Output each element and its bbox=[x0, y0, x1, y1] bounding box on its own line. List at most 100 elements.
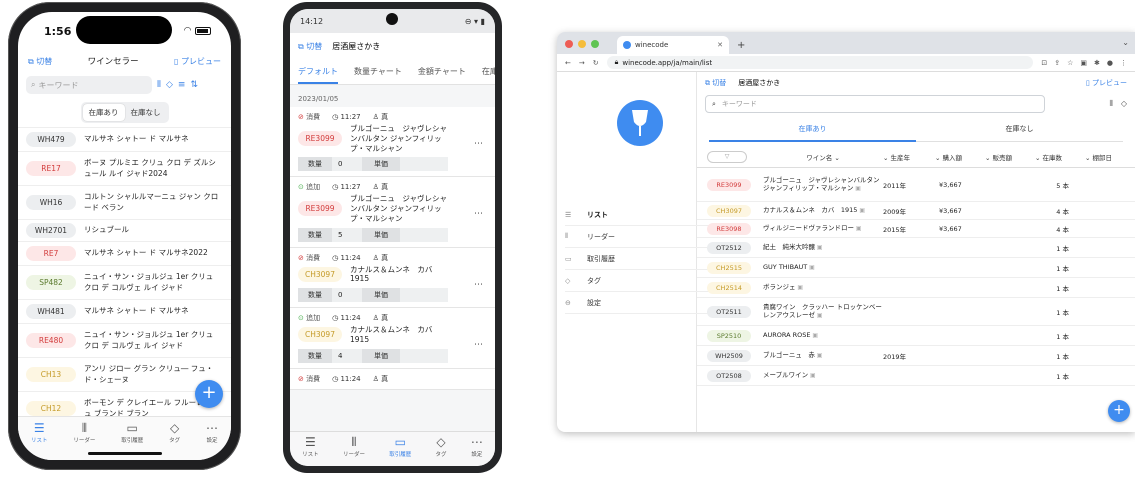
history-card[interactable]: ⊙ 追加 ◷ 11:27 ♙ 真 RE3099 ブルゴーニュ ジャヴレシャンバルタン ジ… bbox=[290, 177, 495, 248]
list-item[interactable]: WH481 マルサネ シャトー ド マルサネ bbox=[18, 300, 231, 324]
list-item[interactable]: SP482 ニュイ・サン・ジョルジュ 1er クリュ クロ デ コルヴェ ルイ ジ… bbox=[18, 266, 231, 300]
history-status: ⊙ 追加 bbox=[298, 313, 320, 323]
sidebar-item-settings[interactable]: ⊖ 設定 bbox=[565, 292, 713, 314]
time-label: 11:27 bbox=[340, 183, 361, 192]
browser-tab[interactable]: winecode ✕ bbox=[617, 36, 729, 54]
segment-in-stock[interactable]: 在庫あり bbox=[709, 124, 916, 142]
tab-list[interactable]: ☰ リスト bbox=[302, 436, 319, 466]
list-item[interactable]: WH16 コルトン シャルルマーニュ ジャン クロード ベラン bbox=[18, 186, 231, 220]
col-year[interactable]: ⌄ 生産年 bbox=[883, 152, 935, 162]
switch-button[interactable]: ⧉ 切替 bbox=[705, 78, 726, 88]
more-icon[interactable]: ⋯ bbox=[474, 139, 483, 149]
menu-icon[interactable]: ⋮ bbox=[1120, 59, 1127, 67]
wine-code-badge: CH3097 bbox=[707, 204, 751, 217]
tab-history[interactable]: ▭ 取引履歴 bbox=[389, 436, 411, 466]
list-item[interactable]: RE480 ニュイ・サン・ジョルジュ 1er クリュ クロ デ コルヴェ ルイ ジ… bbox=[18, 324, 231, 358]
minimize-window-button[interactable] bbox=[578, 40, 586, 48]
segment-in-stock[interactable]: 在庫あり bbox=[82, 104, 125, 121]
tab-settings[interactable]: ⋯ 設定 bbox=[206, 422, 218, 460]
history-card[interactable]: ⊘ 消費 ◷ 11:24 ♙ 真 bbox=[290, 368, 495, 390]
more-icon[interactable]: ⋯ bbox=[474, 209, 483, 219]
table-row[interactable]: OT2511 貴腐ワイン クラッハー トロッケンベーレンアウスレーゼ ▣ 1 本 bbox=[697, 298, 1135, 326]
address-bar[interactable]: 🔒︎ winecode.app/ja/main/list bbox=[606, 56, 1034, 69]
search-tools: ⦀ ◇ bbox=[1109, 99, 1127, 109]
table-row[interactable]: CH2514 ボランジェ ▣ 1 本 bbox=[697, 278, 1135, 298]
wine-code-badge: WH16 bbox=[26, 195, 76, 210]
tab-stock[interactable]: 在庫 bbox=[482, 66, 495, 77]
col-purchase[interactable]: ⌄ 購入額 bbox=[935, 152, 985, 162]
install-icon[interactable]: ⊡ bbox=[1041, 59, 1047, 67]
sidebar-item-history[interactable]: ▭ 取引履歴 bbox=[565, 248, 713, 270]
filter-button[interactable]: ▽ bbox=[707, 150, 747, 163]
app-logo bbox=[617, 100, 663, 146]
history-card[interactable]: ⊘ 消費 ◷ 11:27 ♙ 真 RE3099 ブルゴーニュ ジャヴレシャンバルタン ジ… bbox=[290, 107, 495, 178]
history-card[interactable]: ⊙ 追加 ◷ 11:24 ♙ 真 CH3097 カナルス＆ムンネ カバ 1915 ⋯ 数量 4… bbox=[290, 308, 495, 369]
preview-button[interactable]: ▯ プレビュー bbox=[1086, 78, 1127, 88]
add-button[interactable]: + bbox=[195, 380, 223, 408]
search-input[interactable]: ⌕ キーワード bbox=[705, 95, 1045, 113]
sidebar-item-list[interactable]: ☰ リスト bbox=[565, 204, 713, 226]
new-tab-icon[interactable]: + bbox=[737, 40, 745, 54]
tag-icon[interactable]: ◇ bbox=[166, 80, 173, 90]
segment-out-of-stock[interactable]: 在庫なし bbox=[916, 124, 1123, 142]
list-item[interactable]: WH2701 リシュブール bbox=[18, 220, 231, 242]
history-meta: ⊘ 消費 ◷ 11:27 ♙ 真 bbox=[298, 112, 487, 122]
time-label: 11:24 bbox=[340, 314, 361, 322]
extension-icon[interactable]: ▣ bbox=[1080, 59, 1087, 67]
table-row[interactable]: CH3097 カナルス＆ムンネ カバ 1915 ▣ 2009年 ¥3,667 4 本 bbox=[697, 202, 1135, 220]
table-row[interactable]: RE3098 ヴィルジニードヴァランドロー ▣ 2015年 ¥3,667 4 本 bbox=[697, 220, 1135, 238]
close-window-button[interactable] bbox=[565, 40, 573, 48]
preview-button[interactable]: ▯ プレビュー bbox=[174, 56, 221, 67]
list-item[interactable]: RE7 マルサネ シャトー ド マルサネ2022 bbox=[18, 242, 231, 266]
add-button[interactable]: + bbox=[1108, 400, 1130, 422]
history-card[interactable]: ⊘ 消費 ◷ 11:24 ♙ 真 CH3097 カナルス＆ムンネ カバ 1915 ⋯ 数量 0… bbox=[290, 247, 495, 308]
consume-icon: ⊘ bbox=[298, 113, 307, 121]
share-icon[interactable]: ⇪ bbox=[1054, 59, 1060, 67]
profile-icon[interactable]: ● bbox=[1107, 59, 1113, 67]
barcode-icon[interactable]: ⦀ bbox=[1109, 99, 1113, 109]
vintage-cell: 2009年 bbox=[883, 207, 907, 216]
back-icon[interactable]: ← bbox=[565, 59, 571, 67]
more-icon[interactable]: ⋯ bbox=[474, 340, 483, 350]
list-item[interactable]: RE17 ボーヌ プルミエ クリュ クロ デ ズルシュール ルイ ジャド2024 bbox=[18, 152, 231, 186]
close-tab-icon[interactable]: ✕ bbox=[717, 41, 723, 49]
sort-down-icon: ⌄ bbox=[985, 153, 991, 162]
list-item[interactable]: WH479 マルサネ シャトー ド マルサネ bbox=[18, 128, 231, 152]
table-row[interactable]: OT2508 メープルワイン ▣ 1 本 bbox=[697, 366, 1135, 386]
sort-icon[interactable]: ⇅ bbox=[190, 80, 198, 90]
zoom-window-button[interactable] bbox=[591, 40, 599, 48]
table-row[interactable]: WH2509 ブルゴーニュ 赤 ▣ 2019年 1 本 bbox=[697, 346, 1135, 366]
forward-icon[interactable]: → bbox=[579, 59, 585, 67]
table-row[interactable]: OT2512 紀土 純米大吟醸 ▣ 1 本 bbox=[697, 238, 1135, 258]
table-row[interactable]: RE3099 ブルゴーニュ ジャヴレシャンバルタン ジャンフィリップ・マルシャン … bbox=[697, 168, 1135, 202]
history-time: ◷ 11:24 bbox=[332, 375, 361, 383]
tab-reader[interactable]: ⦀ リーダー bbox=[343, 436, 365, 466]
sidebar-item-tag[interactable]: ◇ タグ bbox=[565, 270, 713, 292]
segment-out-of-stock[interactable]: 在庫なし bbox=[125, 104, 167, 121]
tab-tag[interactable]: ◇ タグ bbox=[436, 436, 447, 466]
tab-settings[interactable]: ⋯ 設定 bbox=[471, 436, 483, 466]
col-sale[interactable]: ⌄ 販売額 bbox=[985, 152, 1035, 162]
table-row[interactable]: CH2515 GUY THIBAUT ▣ 1 本 bbox=[697, 258, 1135, 278]
tag-icon[interactable]: ◇ bbox=[1121, 99, 1127, 109]
reload-icon[interactable]: ↻ bbox=[593, 59, 599, 67]
tab-list-icon[interactable]: ⌄ bbox=[1122, 38, 1129, 47]
tab-amount-chart[interactable]: 金額チャート bbox=[418, 66, 466, 77]
col-name[interactable]: ワイン名 ⌄ bbox=[763, 152, 883, 162]
tab-quantity-chart[interactable]: 数量チャート bbox=[354, 66, 402, 77]
col-inventory-date[interactable]: ⌄ 棚卸日 bbox=[1085, 152, 1135, 162]
col-stock[interactable]: ⌄ 在庫数 bbox=[1035, 152, 1085, 162]
barcode-icon[interactable]: ⦀ bbox=[157, 80, 161, 90]
table-row[interactable]: SP2510 AURORA ROSE ▣ 1 本 bbox=[697, 326, 1135, 346]
tab-default[interactable]: デフォルト bbox=[298, 60, 338, 84]
bookmark-icon[interactable]: ☆ bbox=[1067, 59, 1073, 67]
sidebar-item-reader[interactable]: ⦀ リーダー bbox=[565, 226, 713, 248]
switch-button[interactable]: ⧉ 切替 bbox=[298, 41, 322, 52]
search-input[interactable]: ⌕ キーワード bbox=[26, 76, 152, 94]
more-icon[interactable]: ⋯ bbox=[474, 280, 483, 290]
tab-list[interactable]: ☰ リスト bbox=[31, 422, 48, 460]
tab-tag[interactable]: ◇ タグ bbox=[169, 422, 180, 460]
switch-button[interactable]: ⧉ 切替 bbox=[28, 56, 52, 67]
filter-icon[interactable]: ≡ bbox=[178, 80, 186, 90]
puzzle-icon[interactable]: ✱ bbox=[1094, 59, 1100, 67]
